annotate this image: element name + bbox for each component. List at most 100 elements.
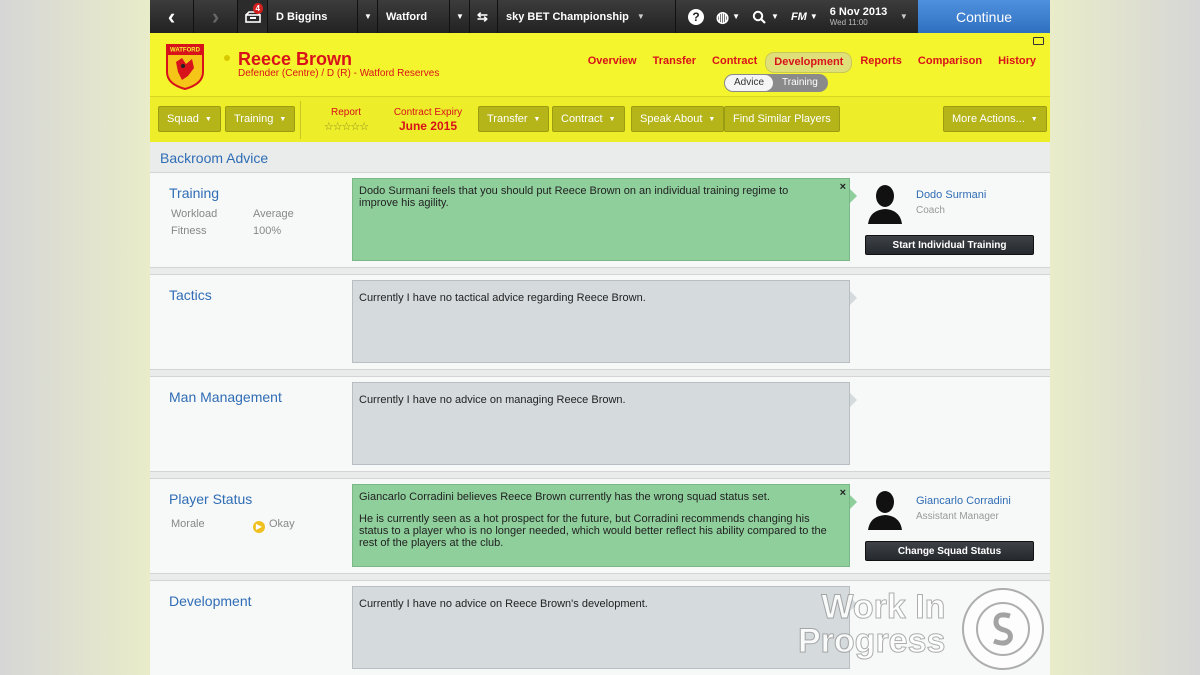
chevron-down-icon: ▼ xyxy=(636,12,645,21)
chevron-down-icon: ▼ xyxy=(279,115,287,123)
window-icon[interactable] xyxy=(1033,37,1044,45)
top-bar: ‹ › 4 D Biggins ▼ Watford ▼ ⇆ sky BET Ch… xyxy=(150,0,1050,33)
manager-menu[interactable]: D Biggins xyxy=(268,0,358,33)
staff-avatar-icon xyxy=(868,185,902,224)
staff-role: Assistant Manager xyxy=(916,511,999,522)
subtab-training[interactable]: Training xyxy=(773,75,827,91)
advice-bubble: Currently I have no tactical advice rega… xyxy=(352,280,857,363)
player-name: Reece Brown xyxy=(238,49,353,69)
report-label: Report xyxy=(330,107,361,118)
tab-transfer[interactable]: Transfer xyxy=(645,52,704,73)
change-squad-status-button[interactable]: Change Squad Status xyxy=(865,541,1034,561)
background-left xyxy=(0,0,150,675)
tab-comparison[interactable]: Comparison xyxy=(910,52,990,73)
inbox-count-badge: 4 xyxy=(252,3,263,14)
training-button[interactable]: Training ▼ xyxy=(225,106,296,132)
squad-label: Squad xyxy=(167,113,199,125)
staff-name[interactable]: Dodo Surmani xyxy=(916,189,986,201)
switch-button[interactable]: ⇆ xyxy=(470,0,498,33)
swap-arrows-icon: ⇆ xyxy=(477,8,488,24)
competition-menu[interactable]: sky BET Championship ▼ xyxy=(498,0,676,33)
player-icon xyxy=(224,55,230,61)
panel-title: Man Management xyxy=(169,389,282,405)
speak-about-button[interactable]: Speak About ▼ xyxy=(631,106,725,132)
watermark-line-1: Work In xyxy=(821,588,946,626)
advice-bubble: Currently I have no advice on managing R… xyxy=(352,382,857,465)
date-subtext: Wed 11:00 xyxy=(829,18,868,27)
more-actions-label: More Actions... xyxy=(952,113,1025,125)
inbox-button[interactable]: 4 xyxy=(238,0,268,33)
fm-logo-icon: FM xyxy=(790,10,807,23)
find-similar-players-button[interactable]: Find Similar Players xyxy=(724,106,840,132)
morale-icon: ▶ xyxy=(253,521,265,533)
workload-row: Workload Average xyxy=(171,208,294,220)
advice-bubble: Giancarlo Corradini believes Reece Brown… xyxy=(352,484,857,567)
back-button[interactable]: ‹ xyxy=(150,0,194,33)
fitness-label: Fitness xyxy=(171,225,207,237)
morale-value: Okay xyxy=(269,518,295,530)
speak-about-label: Speak About xyxy=(640,113,703,125)
start-individual-training-button[interactable]: Start Individual Training xyxy=(865,235,1034,255)
bubble-pointer xyxy=(850,291,857,305)
help-button[interactable]: ? xyxy=(682,0,710,33)
globe-icon: ◍ xyxy=(716,8,730,26)
advice-text: Currently I have no tactical advice rega… xyxy=(359,292,646,304)
morale-value-wrap: ▶ Okay xyxy=(253,518,295,533)
club-dropdown[interactable]: ▼ xyxy=(450,0,470,33)
player-status-panel: Player Status Morale ▶ Okay Giancarlo Corr… xyxy=(150,478,1050,574)
tab-history[interactable]: History xyxy=(990,52,1044,73)
chevron-down-icon: ▼ xyxy=(708,115,716,123)
fm-menu-button[interactable]: FM ▼ xyxy=(785,0,824,33)
contract-button[interactable]: Contract ▼ xyxy=(552,106,625,132)
staff-avatar-icon xyxy=(868,491,902,530)
advice-bubble: Currently I have no advice on Reece Brow… xyxy=(352,586,857,669)
contract-label: Contract xyxy=(561,113,603,125)
game-date[interactable]: 6 Nov 2013 Wed 11:00 ▼ xyxy=(824,0,910,33)
close-icon[interactable]: × xyxy=(840,487,846,499)
advice-text: He is currently seen as a hot prospect f… xyxy=(359,513,827,549)
help-icon: ? xyxy=(688,8,704,25)
advice-text: Currently I have no advice on Reece Brow… xyxy=(359,598,648,610)
player-header: WATFORD Reece Brown Defender (Centre) / … xyxy=(150,33,1050,96)
staff-role: Coach xyxy=(916,205,945,216)
manager-name: D Biggins xyxy=(276,10,328,23)
chevron-down-icon: ▼ xyxy=(732,12,741,21)
app-window: ‹ › 4 D Biggins ▼ Watford ▼ ⇆ sky BET Ch… xyxy=(150,0,1050,675)
world-button[interactable]: ◍ ▼ xyxy=(710,0,746,33)
player-position: Defender (Centre) / D (R) - Watford Rese… xyxy=(238,68,440,79)
transfer-label: Transfer xyxy=(487,113,528,125)
fitness-value: 100% xyxy=(253,225,282,237)
manager-dropdown[interactable]: ▼ xyxy=(358,0,378,33)
report-stars[interactable]: ☆☆☆☆☆ xyxy=(316,120,376,133)
forward-button[interactable]: › xyxy=(194,0,238,33)
panel-title: Development xyxy=(169,593,252,609)
date-text: 6 Nov 2013 xyxy=(829,6,888,18)
tab-contract[interactable]: Contract xyxy=(704,52,765,73)
tab-overview[interactable]: Overview xyxy=(580,52,645,73)
tactics-panel: Tactics Currently I have no tactical adv… xyxy=(150,274,1050,370)
tab-reports[interactable]: Reports xyxy=(852,52,910,73)
advice-bubble: Dodo Surmani feels that you should put R… xyxy=(352,178,857,261)
bubble-pointer xyxy=(850,393,857,407)
close-icon[interactable]: × xyxy=(840,181,846,193)
club-menu[interactable]: Watford xyxy=(378,0,450,33)
chevron-down-icon: ▼ xyxy=(899,12,908,21)
bubble-pointer xyxy=(850,189,857,203)
staff-name[interactable]: Giancarlo Corradini xyxy=(916,495,1011,507)
training-label: Training xyxy=(234,113,274,125)
workload-value: Average xyxy=(253,208,294,220)
chevron-left-icon: ‹ xyxy=(167,3,176,29)
chevron-down-icon: ▼ xyxy=(204,115,212,123)
morale-row: Morale ▶ Okay xyxy=(171,518,295,533)
chevron-down-icon: ▼ xyxy=(533,115,541,123)
transfer-button[interactable]: Transfer ▼ xyxy=(478,106,550,132)
squad-button[interactable]: Squad ▼ xyxy=(158,106,221,132)
tab-development[interactable]: Development xyxy=(765,52,853,73)
watermark-line-2: Progress xyxy=(797,622,946,660)
more-actions-button[interactable]: More Actions... ▼ xyxy=(943,106,1047,132)
club-name: Watford xyxy=(386,10,428,23)
player-toolbar: Squad ▼ Training ▼ Report ☆☆☆☆☆ Contract E… xyxy=(150,96,1050,142)
search-button[interactable]: ▼ xyxy=(746,0,785,33)
continue-button[interactable]: Continue xyxy=(918,0,1050,33)
subtab-advice[interactable]: Advice xyxy=(725,75,774,91)
